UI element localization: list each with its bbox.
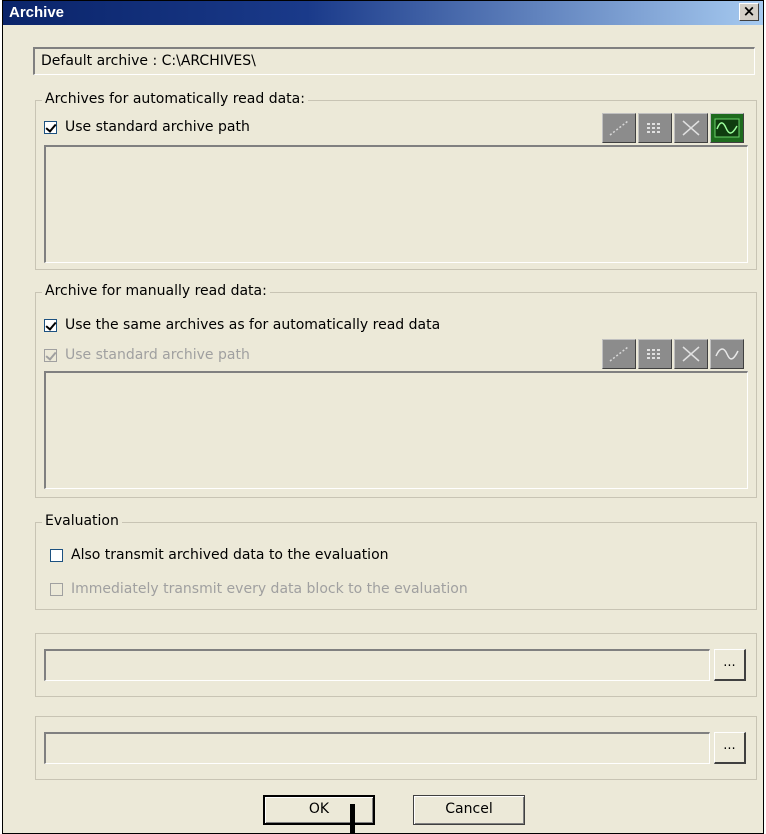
- text-cursor: [350, 804, 355, 834]
- auto-archive-legend: Archives for automatically read data:: [42, 91, 308, 107]
- cancel-button[interactable]: Cancel: [413, 795, 525, 825]
- transmit-every-block-checkbox[interactable]: [50, 582, 63, 596]
- cross-icon[interactable]: [674, 113, 708, 143]
- path-group-2: ...: [35, 716, 757, 780]
- manual-archive-legend: Archive for manually read data:: [42, 283, 270, 299]
- dotted-line-icon[interactable]: [602, 339, 636, 369]
- manual-use-standard-path-checkbox[interactable]: [44, 348, 57, 362]
- manual-archive-group: Archive for manually read data: Use the …: [35, 283, 757, 498]
- auto-use-standard-path-label: Use standard archive path: [65, 119, 250, 135]
- evaluation-legend: Evaluation: [42, 513, 122, 529]
- manual-use-same-archives[interactable]: Use the same archives as for automatical…: [44, 317, 440, 333]
- transmit-every-block-option[interactable]: Immediately transmit every data block to…: [50, 581, 468, 597]
- default-archive-field: Default archive : C:\ARCHIVES\: [33, 47, 755, 75]
- transmit-archived-checkbox[interactable]: [50, 548, 63, 562]
- grid-data-icon[interactable]: [638, 339, 672, 369]
- title-bar: Archive ×: [3, 1, 763, 25]
- manual-icon-toolbar: [600, 339, 744, 369]
- auto-use-standard-path-checkbox[interactable]: [44, 120, 57, 134]
- dialog-title: Archive: [9, 4, 65, 21]
- waveform-icon[interactable]: [710, 113, 744, 143]
- auto-use-standard-path[interactable]: Use standard archive path: [44, 119, 250, 135]
- close-button[interactable]: ×: [739, 3, 759, 21]
- path-input-2[interactable]: [44, 732, 710, 764]
- transmit-archived-label: Also transmit archived data to the evalu…: [71, 547, 389, 563]
- path-group-1: ...: [35, 633, 757, 697]
- grid-data-icon[interactable]: [638, 113, 672, 143]
- auto-archive-list[interactable]: [44, 145, 748, 263]
- manual-use-same-archives-label: Use the same archives as for automatical…: [65, 317, 441, 333]
- path-input-1[interactable]: [44, 649, 710, 681]
- transmit-archived-option[interactable]: Also transmit archived data to the evalu…: [50, 547, 389, 563]
- manual-use-same-archives-checkbox[interactable]: [44, 318, 57, 332]
- archive-dialog: Archive × Default archive : C:\ARCHIVES\…: [2, 0, 764, 834]
- transmit-every-block-label: Immediately transmit every data block to…: [71, 581, 468, 597]
- manual-use-standard-path-label: Use standard archive path: [65, 347, 250, 363]
- auto-archive-group: Archives for automatically read data: Us…: [35, 91, 757, 270]
- manual-archive-list[interactable]: [44, 371, 748, 489]
- default-archive-label: Default archive : C:\ARCHIVES\: [41, 53, 256, 69]
- browse-button-2[interactable]: ...: [714, 732, 746, 764]
- evaluation-group: Evaluation Also transmit archived data t…: [35, 513, 757, 610]
- auto-icon-toolbar: [600, 113, 744, 143]
- waveform-icon[interactable]: [710, 339, 744, 369]
- ok-button[interactable]: OK: [263, 795, 375, 825]
- browse-button-1[interactable]: ...: [714, 649, 746, 681]
- manual-use-standard-path[interactable]: Use standard archive path: [44, 347, 250, 363]
- cross-icon[interactable]: [674, 339, 708, 369]
- dotted-line-icon[interactable]: [602, 113, 636, 143]
